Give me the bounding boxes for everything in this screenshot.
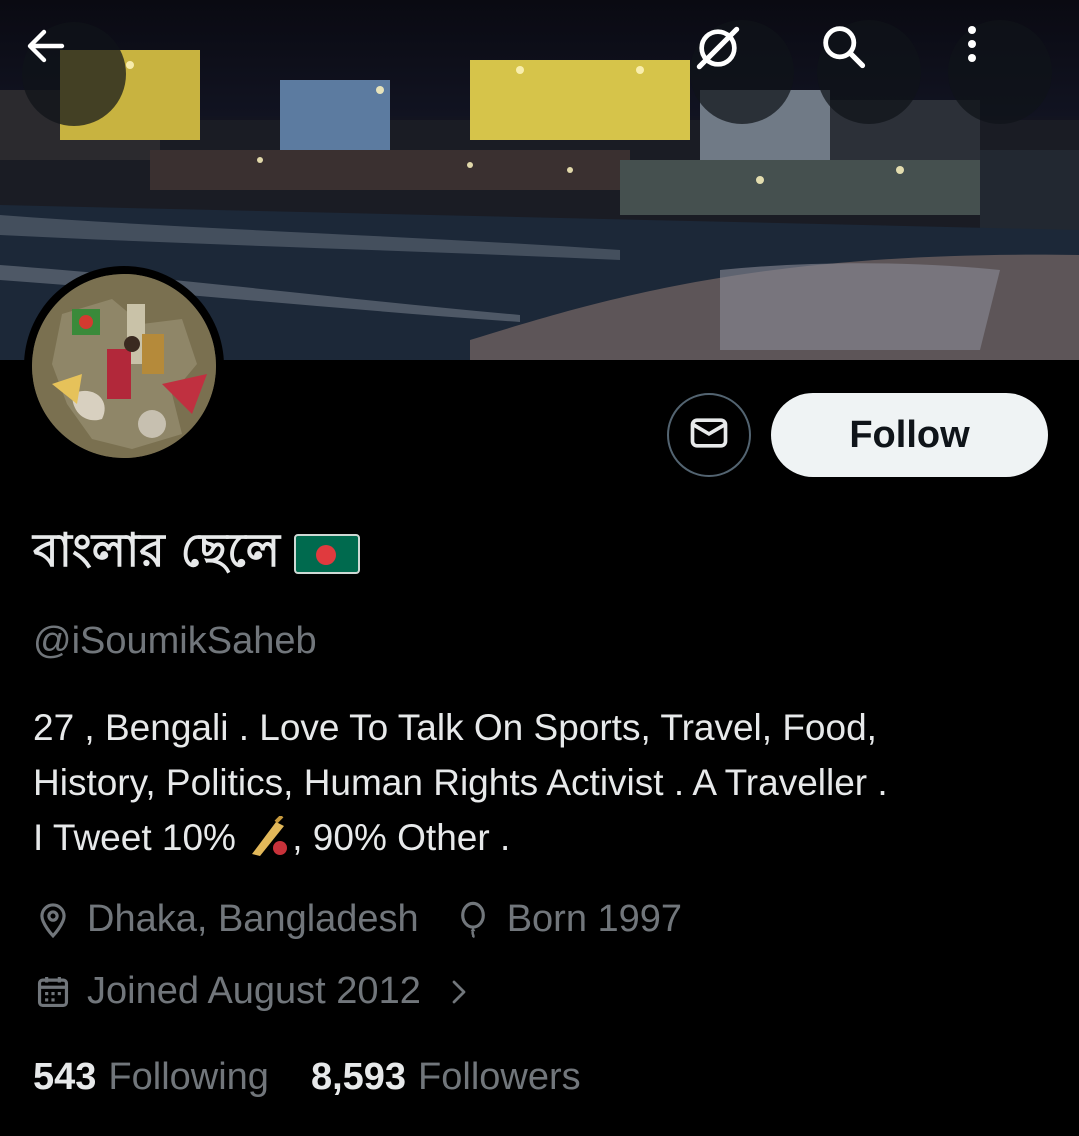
follow-stats: 543 Following 8,593 Followers	[33, 1056, 581, 1099]
more-options-button[interactable]	[948, 20, 1052, 124]
back-button[interactable]	[22, 22, 126, 126]
avatar[interactable]	[24, 266, 224, 466]
satellite-button[interactable]	[690, 20, 794, 124]
balloon-icon	[453, 900, 493, 940]
follow-button[interactable]: Follow	[771, 393, 1048, 477]
avatar-image	[32, 274, 216, 458]
bio-line: 27 , Bengali . Love To Talk On Sports, T…	[33, 707, 877, 748]
joined-date[interactable]: Joined August 2012	[33, 970, 479, 1013]
followers-label: Followers	[418, 1056, 581, 1098]
followers-count: 8,593	[310, 1056, 407, 1098]
bangladesh-flag-icon	[293, 534, 360, 574]
search-button[interactable]	[817, 20, 921, 124]
envelope-icon	[687, 411, 731, 459]
birth-text: Born 1997	[506, 898, 683, 940]
location-pin-icon	[33, 900, 73, 940]
calendar-icon	[33, 972, 73, 1012]
profile-meta-row: Dhaka, Bangladesh Born 1997	[33, 898, 682, 941]
following-count: 543	[33, 1056, 97, 1098]
bio-text: I Tweet 10%	[33, 817, 236, 858]
bio-line: History, Politics, Human Rights Activist…	[33, 762, 888, 803]
joined-text: Joined August 2012	[87, 970, 421, 1012]
message-button[interactable]	[667, 393, 751, 477]
bio-line: I Tweet 10% , 90% Other .	[33, 810, 1043, 865]
handle: @iSoumikSaheb	[33, 620, 317, 662]
location-text: Dhaka, Bangladesh	[87, 898, 419, 940]
birth-date: Born 1997	[453, 898, 682, 941]
bio-text: , 90% Other .	[292, 817, 511, 858]
chevron-right-icon[interactable]	[439, 972, 479, 1012]
cricket-bat-icon	[246, 814, 292, 856]
followers-stat[interactable]: 8,593 Followers	[311, 1056, 581, 1099]
bio: 27 , Bengali . Love To Talk On Sports, T…	[33, 700, 1043, 865]
following-stat[interactable]: 543 Following	[33, 1056, 269, 1099]
location: Dhaka, Bangladesh	[33, 898, 419, 941]
joined-row[interactable]: Joined August 2012	[33, 970, 479, 1013]
display-name-text: বাংলার ছেলে	[33, 523, 280, 577]
following-label: Following	[108, 1056, 269, 1098]
display-name: বাংলার ছেলে	[33, 516, 360, 592]
